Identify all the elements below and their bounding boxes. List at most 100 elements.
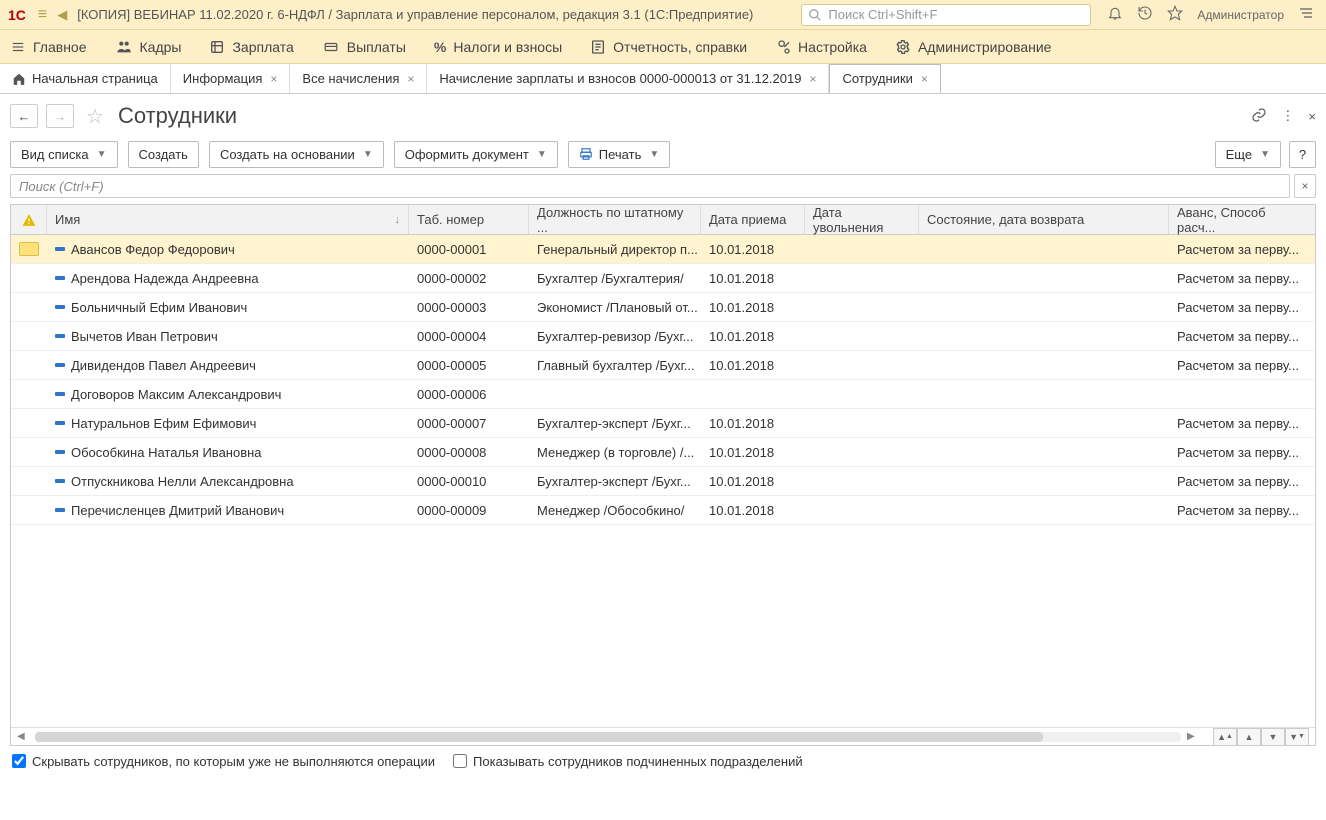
tab-home[interactable]: Начальная страница [0, 64, 171, 93]
col-advance[interactable]: Аванс, Способ расч... [1169, 205, 1299, 234]
section-taxes-label: Налоги и взносы [453, 39, 562, 55]
cell-name: Договоров Максим Александрович [71, 387, 281, 402]
close-page-icon[interactable]: × [1308, 109, 1316, 124]
caret-left-icon[interactable]: ◀ [57, 7, 67, 23]
col-tab-number[interactable]: Таб. номер [409, 205, 529, 234]
help-button[interactable]: ? [1289, 141, 1316, 168]
make-document-button[interactable]: Оформить документ ▼ [394, 141, 558, 168]
back-button[interactable]: ← [10, 104, 38, 128]
tab-close-icon[interactable]: × [809, 72, 816, 86]
cell-pos: Менеджер /Обособкино/ [529, 503, 701, 518]
cell-pos: Экономист /Плановый от... [529, 300, 701, 315]
cell-num: 0000-00010 [409, 474, 529, 489]
table-row[interactable]: Договоров Максим Александрович0000-00006 [11, 380, 1315, 409]
table-row[interactable]: Дивидендов Павел Андреевич0000-00005Глав… [11, 351, 1315, 380]
table-row[interactable]: Перечисленцев Дмитрий Иванович0000-00009… [11, 496, 1315, 525]
grid-top-button[interactable]: ▲▲ [1213, 728, 1237, 746]
section-salary[interactable]: Зарплата [209, 39, 293, 55]
employee-icon [55, 363, 65, 367]
col-name[interactable]: Имя ↓ [47, 205, 409, 234]
section-hr-label: Кадры [140, 39, 182, 55]
cell-hire: 10.01.2018 [701, 300, 805, 315]
col-hire-date[interactable]: Дата приема [701, 205, 805, 234]
user-label[interactable]: Администратор [1197, 8, 1284, 22]
tab-close-icon[interactable]: × [270, 72, 277, 86]
list-search-input[interactable]: Поиск (Ctrl+F) [10, 174, 1290, 198]
settings-lines-icon[interactable] [1298, 5, 1314, 24]
grid-up-button[interactable]: ▲ [1237, 728, 1261, 746]
section-reports[interactable]: Отчетность, справки [590, 39, 747, 55]
view-mode-button[interactable]: Вид списка ▼ [10, 141, 118, 168]
section-settings[interactable]: Настройка [775, 39, 867, 55]
cell-name: Вычетов Иван Петрович [71, 329, 218, 344]
table-row[interactable]: Отпускникова Нелли Александровна0000-000… [11, 467, 1315, 496]
scroll-left-icon[interactable]: ◀ [17, 731, 29, 742]
link-icon[interactable] [1251, 107, 1267, 126]
grid-bottom-button[interactable]: ▼▼ [1285, 728, 1309, 746]
favorite-star-icon[interactable]: ☆ [86, 104, 104, 129]
hide-employees-input[interactable] [12, 754, 26, 768]
cell-num: 0000-00005 [409, 358, 529, 373]
history-icon[interactable] [1137, 5, 1153, 24]
star-icon[interactable] [1167, 5, 1183, 24]
bell-icon[interactable] [1107, 5, 1123, 24]
col-fire-date[interactable]: Дата увольнения [805, 205, 919, 234]
col-state[interactable]: Состояние, дата возврата [919, 205, 1169, 234]
page-title: Сотрудники [118, 103, 237, 129]
kebab-menu-icon[interactable]: ⋮ [1281, 108, 1294, 124]
cell-num: 0000-00001 [409, 242, 529, 257]
main-menu-icon[interactable]: ≡ [38, 6, 47, 24]
cell-adv: Расчетом за перву... [1169, 271, 1299, 286]
view-mode-label: Вид списка [21, 147, 89, 162]
table-row[interactable]: Обособкина Наталья Ивановна0000-00008Мен… [11, 438, 1315, 467]
tab-accrual-doc[interactable]: Начисление зарплаты и взносов 0000-00001… [427, 64, 829, 93]
table-row[interactable]: Больничный Ефим Иванович0000-00003Эконом… [11, 293, 1315, 322]
tab-close-icon[interactable]: × [921, 72, 928, 86]
col-tab-number-label: Таб. номер [417, 212, 484, 227]
col-hire-date-label: Дата приема [709, 212, 786, 227]
tab-employees[interactable]: Сотрудники × [829, 64, 940, 93]
print-button[interactable]: Печать ▼ [568, 141, 671, 168]
tab-info[interactable]: Информация × [171, 64, 291, 93]
section-main[interactable]: Главное [10, 39, 87, 55]
global-search[interactable]: Поиск Ctrl+Shift+F [801, 4, 1091, 26]
col-warn[interactable] [11, 205, 47, 234]
grid-down-button[interactable]: ▼ [1261, 728, 1285, 746]
section-hr[interactable]: Кадры [115, 39, 182, 55]
help-label: ? [1299, 147, 1306, 162]
tab-close-icon[interactable]: × [407, 72, 414, 86]
section-admin[interactable]: Администрирование [895, 39, 1052, 55]
list-search-placeholder: Поиск (Ctrl+F) [19, 179, 104, 194]
section-taxes[interactable]: % Налоги и взносы [434, 39, 562, 55]
create-based-button[interactable]: Создать на основании ▼ [209, 141, 384, 168]
col-position[interactable]: Должность по штатному ... [529, 205, 701, 234]
scroll-right-icon[interactable]: ▶ [1187, 731, 1199, 742]
toolbar: Вид списка ▼ Создать Создать на основани… [0, 134, 1326, 174]
col-name-label: Имя [55, 212, 80, 227]
printer-icon [579, 147, 593, 161]
section-payments[interactable]: Выплаты [322, 39, 406, 55]
cell-hire: 10.01.2018 [701, 445, 805, 460]
cell-adv: Расчетом за перву... [1169, 503, 1299, 518]
employee-icon [55, 305, 65, 309]
cell-adv: Расчетом за перву... [1169, 242, 1299, 257]
col-position-label: Должность по штатному ... [537, 205, 692, 235]
scroll-track[interactable] [35, 732, 1181, 742]
table-row[interactable]: Арендова Надежда Андреевна0000-00002Бухг… [11, 264, 1315, 293]
hide-employees-checkbox[interactable]: Скрывать сотрудников, по которым уже не … [12, 754, 435, 769]
table-row[interactable]: Натуральнов Ефим Ефимович0000-00007Бухга… [11, 409, 1315, 438]
table-row[interactable]: Авансов Федор Федорович0000-00001Генерал… [11, 235, 1315, 264]
tab-all-accruals[interactable]: Все начисления × [290, 64, 427, 93]
employee-grid: Имя ↓ Таб. номер Должность по штатному .… [10, 204, 1316, 746]
tab-employees-label: Сотрудники [842, 71, 912, 86]
forward-button[interactable]: → [46, 104, 74, 128]
scroll-thumb[interactable] [35, 732, 1043, 742]
create-button[interactable]: Создать [128, 141, 199, 168]
tab-all-accruals-label: Все начисления [302, 71, 399, 86]
show-subord-input[interactable] [453, 754, 467, 768]
app-title: [КОПИЯ] ВЕБИНАР 11.02.2020 г. 6-НДФЛ / З… [77, 7, 753, 22]
clear-search-button[interactable]: × [1294, 174, 1316, 198]
show-subord-checkbox[interactable]: Показывать сотрудников подчиненных подра… [453, 754, 803, 769]
table-row[interactable]: Вычетов Иван Петрович0000-00004Бухгалтер… [11, 322, 1315, 351]
more-button[interactable]: Еще ▼ [1215, 141, 1281, 168]
